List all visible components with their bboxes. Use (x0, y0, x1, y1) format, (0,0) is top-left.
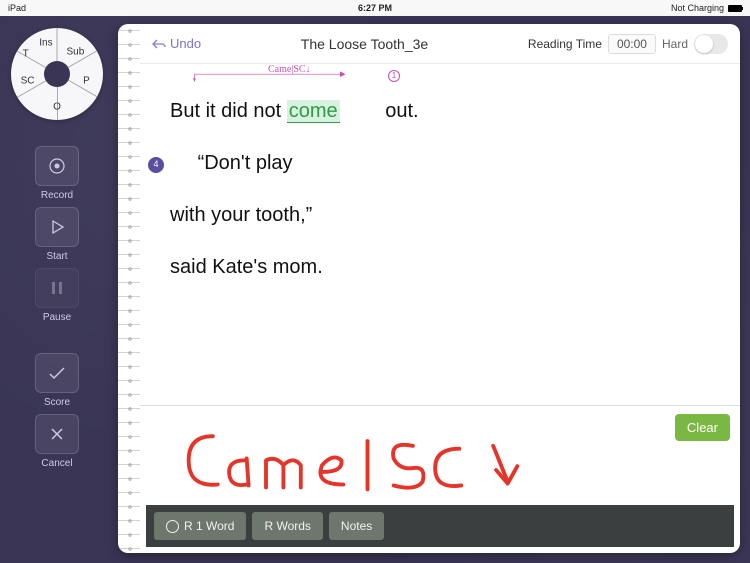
reading-line-4[interactable]: said Kate's mom. (170, 252, 710, 282)
handwriting-svg (146, 412, 734, 499)
wheel-ins[interactable]: Ins (39, 37, 52, 48)
pause-label: Pause (43, 312, 71, 323)
wheel-p[interactable]: P (83, 76, 90, 87)
score-label: Score (44, 397, 70, 408)
cancel-button[interactable]: Cancel (35, 414, 79, 469)
reading-line-1[interactable]: But it did not come out. (170, 96, 710, 126)
reading-time-label: Reading Time (528, 37, 602, 51)
ios-status-bar: iPad 6:27 PM Not Charging (0, 0, 750, 16)
score-button[interactable]: Score (35, 353, 79, 408)
wheel-o[interactable]: O (53, 102, 61, 113)
notes-button[interactable]: Notes (329, 512, 384, 540)
record-button[interactable]: Record (35, 146, 79, 201)
wheel-sub[interactable]: Sub (66, 46, 84, 57)
record-label: Record (41, 190, 73, 201)
hard-label: Hard (662, 37, 688, 51)
status-device: iPad (8, 3, 26, 13)
left-panel: Ins Sub P O SC T Record Start Pause (0, 16, 118, 563)
handwriting-area[interactable]: Clear (140, 405, 740, 505)
undo-label: Undo (170, 36, 201, 51)
start-label: Start (46, 251, 67, 262)
circle-icon (166, 520, 179, 533)
reading-line-2[interactable]: 4 “Don't play (148, 148, 710, 178)
bottom-toolbar: R 1 Word R Words Notes (146, 505, 734, 547)
annotation-index: 1 (388, 70, 400, 82)
notebook: Undo The Loose Tooth_3e Reading Time 00:… (118, 24, 740, 553)
annotation-top-text: Came|SC↓ (268, 62, 311, 77)
highlighted-word[interactable]: come (287, 100, 340, 123)
cancel-label: Cancel (41, 458, 72, 469)
page-title: The Loose Tooth_3e (201, 36, 528, 52)
spiral-binding (118, 24, 140, 553)
undo-button[interactable]: Undo (152, 36, 201, 51)
clear-button[interactable]: Clear (675, 414, 730, 441)
reading-time-value: 00:00 (608, 34, 656, 54)
wheel-center (44, 61, 70, 87)
status-time: 6:27 PM (358, 3, 392, 13)
pause-button: Pause (35, 268, 79, 323)
line-badge: 4 (148, 157, 164, 173)
wheel-t[interactable]: T (23, 48, 29, 59)
reading-area[interactable]: Came|SC↓ 1 But it did not come out. 4 “D… (140, 64, 740, 405)
status-charging: Not Charging (671, 3, 724, 13)
battery-icon (728, 5, 742, 12)
reading-line-3[interactable]: with your tooth,” (170, 200, 710, 230)
r-words-button[interactable]: R Words (252, 512, 322, 540)
annotation-wheel[interactable]: Ins Sub P O SC T (11, 28, 103, 120)
wheel-sc[interactable]: SC (21, 76, 35, 87)
undo-icon (152, 38, 166, 50)
hard-toggle[interactable] (694, 34, 728, 54)
start-button[interactable]: Start (35, 207, 79, 262)
r-1-word-button[interactable]: R 1 Word (154, 512, 246, 540)
page-header: Undo The Loose Tooth_3e Reading Time 00:… (140, 24, 740, 64)
